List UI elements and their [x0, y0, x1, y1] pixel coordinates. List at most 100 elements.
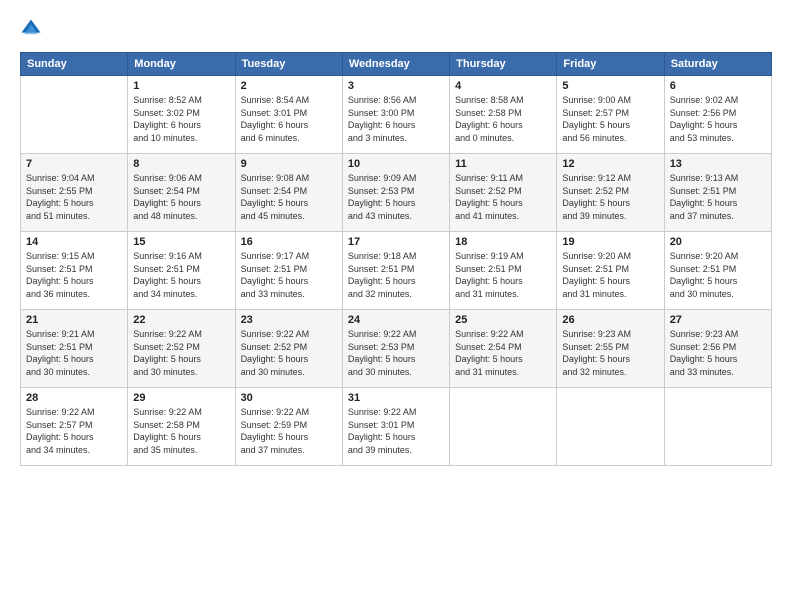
- calendar-cell: 27 Sunrise: 9:23 AM Sunset: 2:56 PM Dayli…: [664, 310, 771, 388]
- day-info: Sunrise: 9:00 AM Sunset: 2:57 PM Dayligh…: [562, 94, 658, 144]
- day-info: Sunrise: 9:22 AM Sunset: 2:54 PM Dayligh…: [455, 328, 551, 378]
- calendar-cell: 12 Sunrise: 9:12 AM Sunset: 2:52 PM Dayli…: [557, 154, 664, 232]
- day-number: 1: [133, 80, 229, 92]
- weekday-header-thursday: Thursday: [450, 53, 557, 76]
- calendar-cell: [664, 388, 771, 466]
- day-info: Sunrise: 9:22 AM Sunset: 3:01 PM Dayligh…: [348, 406, 444, 456]
- calendar-cell: 25 Sunrise: 9:22 AM Sunset: 2:54 PM Dayli…: [450, 310, 557, 388]
- day-number: 23: [241, 314, 337, 326]
- logo: [20, 18, 46, 40]
- calendar-cell: 19 Sunrise: 9:20 AM Sunset: 2:51 PM Dayli…: [557, 232, 664, 310]
- calendar-cell: 24 Sunrise: 9:22 AM Sunset: 2:53 PM Dayli…: [342, 310, 449, 388]
- calendar-cell: 29 Sunrise: 9:22 AM Sunset: 2:58 PM Dayli…: [128, 388, 235, 466]
- day-info: Sunrise: 9:22 AM Sunset: 2:58 PM Dayligh…: [133, 406, 229, 456]
- calendar-cell: 18 Sunrise: 9:19 AM Sunset: 2:51 PM Dayli…: [450, 232, 557, 310]
- day-number: 29: [133, 392, 229, 404]
- calendar-cell: 11 Sunrise: 9:11 AM Sunset: 2:52 PM Dayli…: [450, 154, 557, 232]
- calendar-cell: 4 Sunrise: 8:58 AM Sunset: 2:58 PM Daylig…: [450, 76, 557, 154]
- day-info: Sunrise: 9:11 AM Sunset: 2:52 PM Dayligh…: [455, 172, 551, 222]
- day-number: 6: [670, 80, 766, 92]
- weekday-header-monday: Monday: [128, 53, 235, 76]
- day-info: Sunrise: 9:22 AM Sunset: 2:59 PM Dayligh…: [241, 406, 337, 456]
- calendar-cell: 20 Sunrise: 9:20 AM Sunset: 2:51 PM Dayli…: [664, 232, 771, 310]
- day-info: Sunrise: 9:23 AM Sunset: 2:55 PM Dayligh…: [562, 328, 658, 378]
- calendar-table: SundayMondayTuesdayWednesdayThursdayFrid…: [20, 52, 772, 466]
- calendar-cell: 10 Sunrise: 9:09 AM Sunset: 2:53 PM Dayli…: [342, 154, 449, 232]
- calendar-cell: 2 Sunrise: 8:54 AM Sunset: 3:01 PM Daylig…: [235, 76, 342, 154]
- calendar-cell: [450, 388, 557, 466]
- calendar-cell: 16 Sunrise: 9:17 AM Sunset: 2:51 PM Dayli…: [235, 232, 342, 310]
- day-info: Sunrise: 9:22 AM Sunset: 2:52 PM Dayligh…: [133, 328, 229, 378]
- calendar-cell: 5 Sunrise: 9:00 AM Sunset: 2:57 PM Daylig…: [557, 76, 664, 154]
- day-info: Sunrise: 9:23 AM Sunset: 2:56 PM Dayligh…: [670, 328, 766, 378]
- day-number: 14: [26, 236, 122, 248]
- day-number: 27: [670, 314, 766, 326]
- day-number: 11: [455, 158, 551, 170]
- day-number: 18: [455, 236, 551, 248]
- day-info: Sunrise: 9:04 AM Sunset: 2:55 PM Dayligh…: [26, 172, 122, 222]
- day-info: Sunrise: 9:12 AM Sunset: 2:52 PM Dayligh…: [562, 172, 658, 222]
- day-number: 24: [348, 314, 444, 326]
- day-number: 20: [670, 236, 766, 248]
- day-number: 30: [241, 392, 337, 404]
- calendar-cell: 23 Sunrise: 9:22 AM Sunset: 2:52 PM Dayli…: [235, 310, 342, 388]
- day-info: Sunrise: 9:18 AM Sunset: 2:51 PM Dayligh…: [348, 250, 444, 300]
- calendar-cell: 7 Sunrise: 9:04 AM Sunset: 2:55 PM Daylig…: [21, 154, 128, 232]
- logo-icon: [20, 18, 42, 40]
- day-info: Sunrise: 8:58 AM Sunset: 2:58 PM Dayligh…: [455, 94, 551, 144]
- day-info: Sunrise: 9:19 AM Sunset: 2:51 PM Dayligh…: [455, 250, 551, 300]
- day-info: Sunrise: 9:09 AM Sunset: 2:53 PM Dayligh…: [348, 172, 444, 222]
- calendar-cell: 22 Sunrise: 9:22 AM Sunset: 2:52 PM Dayli…: [128, 310, 235, 388]
- day-info: Sunrise: 9:20 AM Sunset: 2:51 PM Dayligh…: [670, 250, 766, 300]
- day-info: Sunrise: 9:17 AM Sunset: 2:51 PM Dayligh…: [241, 250, 337, 300]
- day-number: 17: [348, 236, 444, 248]
- weekday-header-wednesday: Wednesday: [342, 53, 449, 76]
- calendar-cell: 28 Sunrise: 9:22 AM Sunset: 2:57 PM Dayli…: [21, 388, 128, 466]
- day-info: Sunrise: 9:16 AM Sunset: 2:51 PM Dayligh…: [133, 250, 229, 300]
- day-info: Sunrise: 8:54 AM Sunset: 3:01 PM Dayligh…: [241, 94, 337, 144]
- day-info: Sunrise: 9:21 AM Sunset: 2:51 PM Dayligh…: [26, 328, 122, 378]
- day-number: 19: [562, 236, 658, 248]
- calendar-cell: [21, 76, 128, 154]
- calendar-cell: 8 Sunrise: 9:06 AM Sunset: 2:54 PM Daylig…: [128, 154, 235, 232]
- day-info: Sunrise: 8:52 AM Sunset: 3:02 PM Dayligh…: [133, 94, 229, 144]
- day-number: 10: [348, 158, 444, 170]
- day-number: 7: [26, 158, 122, 170]
- calendar-cell: 15 Sunrise: 9:16 AM Sunset: 2:51 PM Dayli…: [128, 232, 235, 310]
- calendar-cell: 3Sunrise: 8:56 AM Sunset: 3:00 PM Daylig…: [342, 76, 449, 154]
- calendar-cell: 21Sunrise: 9:21 AM Sunset: 2:51 PM Dayli…: [21, 310, 128, 388]
- calendar-cell: 31 Sunrise: 9:22 AM Sunset: 3:01 PM Dayli…: [342, 388, 449, 466]
- calendar-cell: 30 Sunrise: 9:22 AM Sunset: 2:59 PM Dayli…: [235, 388, 342, 466]
- day-info: Sunrise: 9:08 AM Sunset: 2:54 PM Dayligh…: [241, 172, 337, 222]
- day-number: 22: [133, 314, 229, 326]
- day-number: 15: [133, 236, 229, 248]
- weekday-header-tuesday: Tuesday: [235, 53, 342, 76]
- calendar-cell: 13Sunrise: 9:13 AM Sunset: 2:51 PM Dayli…: [664, 154, 771, 232]
- day-info: Sunrise: 9:15 AM Sunset: 2:51 PM Dayligh…: [26, 250, 122, 300]
- day-number: 3: [348, 80, 444, 92]
- day-number: 16: [241, 236, 337, 248]
- day-number: 4: [455, 80, 551, 92]
- day-number: 31: [348, 392, 444, 404]
- calendar-cell: 14 Sunrise: 9:15 AM Sunset: 2:51 PM Dayli…: [21, 232, 128, 310]
- day-info: Sunrise: 9:22 AM Sunset: 2:52 PM Dayligh…: [241, 328, 337, 378]
- calendar-cell: 9Sunrise: 9:08 AM Sunset: 2:54 PM Daylig…: [235, 154, 342, 232]
- header: [20, 18, 772, 40]
- day-info: Sunrise: 9:02 AM Sunset: 2:56 PM Dayligh…: [670, 94, 766, 144]
- day-number: 5: [562, 80, 658, 92]
- weekday-header-sunday: Sunday: [21, 53, 128, 76]
- calendar-cell: 17 Sunrise: 9:18 AM Sunset: 2:51 PM Dayli…: [342, 232, 449, 310]
- calendar-cell: 6 Sunrise: 9:02 AM Sunset: 2:56 PM Daylig…: [664, 76, 771, 154]
- day-info: Sunrise: 9:22 AM Sunset: 2:53 PM Dayligh…: [348, 328, 444, 378]
- day-info: Sunrise: 9:06 AM Sunset: 2:54 PM Dayligh…: [133, 172, 229, 222]
- day-number: 26: [562, 314, 658, 326]
- day-number: 8: [133, 158, 229, 170]
- day-number: 2: [241, 80, 337, 92]
- weekday-header-saturday: Saturday: [664, 53, 771, 76]
- day-number: 28: [26, 392, 122, 404]
- day-number: 25: [455, 314, 551, 326]
- day-number: 12: [562, 158, 658, 170]
- day-info: Sunrise: 9:20 AM Sunset: 2:51 PM Dayligh…: [562, 250, 658, 300]
- page: SundayMondayTuesdayWednesdayThursdayFrid…: [0, 0, 792, 612]
- day-info: Sunrise: 9:22 AM Sunset: 2:57 PM Dayligh…: [26, 406, 122, 456]
